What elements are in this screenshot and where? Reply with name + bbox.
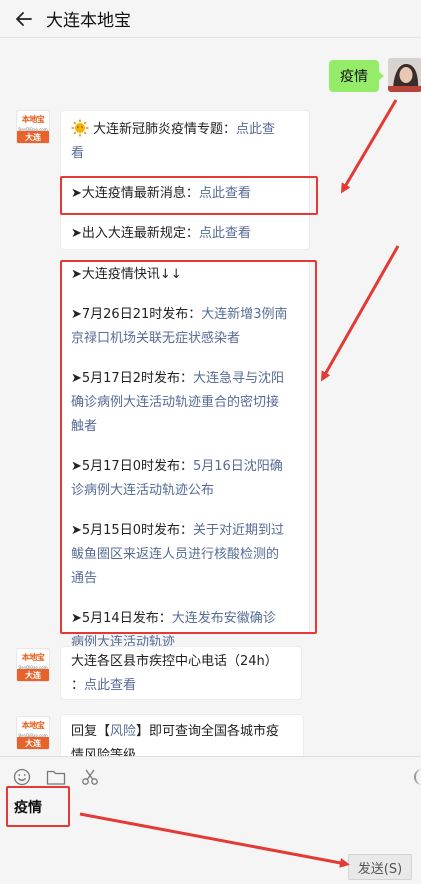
- risk-line2: 情风险等级: [71, 748, 137, 756]
- topic-prefix: 大连新冠肺炎疫情专题：: [93, 122, 237, 137]
- chat-header: 大连本地宝: [0, 0, 421, 38]
- risk-prefix: 回复【: [71, 724, 111, 739]
- risk-link[interactable]: 风险: [110, 724, 136, 739]
- send-button[interactable]: 发送(S): [348, 854, 412, 880]
- rules-link[interactable]: 点此查看: [199, 226, 251, 241]
- hotline-prefix: ：: [71, 678, 85, 693]
- reply-bubble-3: 回复【风险】即可查询全国各城市疫 情风险等级: [60, 714, 304, 756]
- reply-bubble-2: 大连各区县市疾控中心电话（24h） ：点此查看: [60, 646, 302, 700]
- logo-text: 本地宝: [21, 652, 45, 662]
- emoji-icon[interactable]: [12, 767, 32, 787]
- rules-line: ➤出入大连最新规定：点此查看: [61, 224, 309, 244]
- logo-city: 大连: [17, 669, 49, 681]
- bot-avatar[interactable]: 本地宝 BenDiBao.com 大连: [16, 716, 50, 750]
- back-arrow-icon[interactable]: [14, 9, 34, 29]
- highlight-news: [60, 176, 318, 215]
- user-avatar[interactable]: [388, 58, 421, 92]
- highlight-input: [6, 786, 70, 827]
- outgoing-message-text: 疫情: [340, 69, 368, 85]
- logo-text: 本地宝: [21, 720, 45, 730]
- hotline-link[interactable]: 点此查看: [84, 678, 136, 693]
- hotline-text: 大连各区县市疾控中心电话（24h）: [71, 654, 278, 669]
- chat-title: 大连本地宝: [46, 11, 131, 31]
- history-icon[interactable]: [414, 769, 421, 785]
- user-photo: [388, 58, 421, 92]
- rules-prefix: ➤出入大连最新规定：: [71, 226, 199, 241]
- scissors-icon[interactable]: [80, 767, 100, 787]
- outgoing-message[interactable]: 疫情: [329, 60, 384, 92]
- logo-city: 大连: [17, 737, 49, 749]
- topic-link[interactable]: 点此查: [236, 122, 275, 137]
- risk-suffix: 】即可查询全国各城市疫: [136, 724, 280, 739]
- topic-line: 大连新冠肺炎疫情专题：点此查: [61, 119, 309, 140]
- logo-text: 本地宝: [21, 114, 45, 124]
- highlight-flash: [60, 260, 317, 634]
- topic-link-cont[interactable]: 看: [71, 146, 84, 161]
- folder-icon[interactable]: [46, 767, 66, 787]
- bot-avatar[interactable]: 本地宝 BenDiBao.com 大连: [16, 648, 50, 682]
- bot-avatar[interactable]: 本地宝 BenDiBao.com 大连: [16, 110, 50, 144]
- sun-icon: [71, 119, 89, 137]
- logo-city: 大连: [17, 131, 49, 143]
